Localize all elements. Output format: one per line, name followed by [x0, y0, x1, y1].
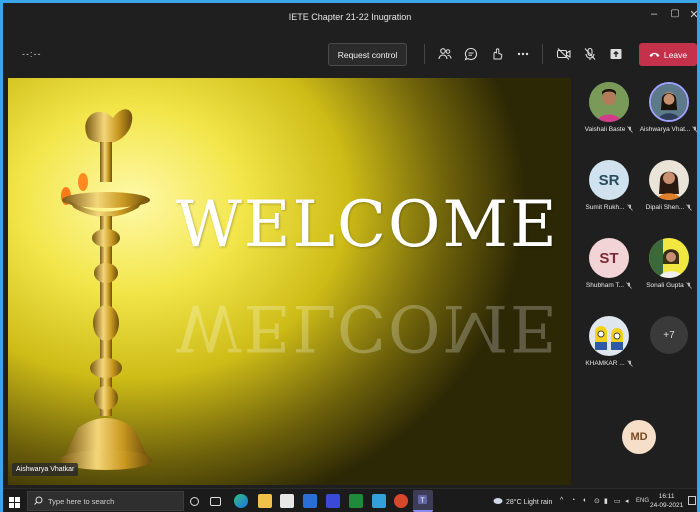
meeting-timer: --:--: [22, 49, 42, 59]
welcome-text: WELCOME: [176, 188, 559, 262]
windows-start-icon[interactable]: [9, 495, 20, 512]
windows-taskbar: Type here to search T 28°C Light rain ^ …: [0, 488, 700, 512]
phone-hangup-icon: [649, 50, 660, 60]
more-options-icon[interactable]: [515, 46, 531, 62]
edge-icon[interactable]: [234, 494, 248, 508]
participant-tile[interactable]: SR Sumit Rukh...: [581, 160, 637, 211]
mail-icon[interactable]: [303, 494, 317, 508]
mic-off-icon: [626, 282, 632, 289]
mic-off-icon: [626, 204, 633, 211]
meet-now-icon[interactable]: ◐: [583, 497, 587, 504]
app-icon[interactable]: [326, 494, 340, 508]
mic-off-icon: [627, 126, 634, 133]
window-title: IETE Chapter 21-22 Inugration: [288, 12, 412, 22]
notifications-icon[interactable]: [688, 496, 696, 505]
mic-off-icon: [685, 282, 692, 289]
mic-icon[interactable]: ▮: [604, 497, 608, 505]
teams-active-icon[interactable]: T: [413, 490, 433, 512]
participant-initials-avatar: SR: [589, 160, 629, 200]
search-placeholder: Type here to search: [48, 496, 115, 506]
participant-tile[interactable]: KHAMKAR ...: [581, 316, 637, 367]
search-icon: [34, 496, 43, 507]
participant-tile[interactable]: Dipali Shen...: [641, 160, 697, 211]
participant-tile[interactable]: Aishwarya Vhat...: [639, 82, 699, 133]
reactions-icon[interactable]: [489, 46, 505, 62]
participant-name: Aishwarya Vhat...: [639, 126, 691, 133]
participant-avatar: [589, 82, 629, 122]
clock-date: 24-09-2021: [650, 502, 684, 509]
mic-off-icon: [626, 360, 633, 367]
participant-avatar: [649, 238, 689, 278]
battery-icon[interactable]: ▭: [614, 497, 621, 505]
leave-label: Leave: [663, 49, 688, 60]
toolbar-divider: [542, 44, 543, 64]
participant-tile[interactable]: Sonali Gupta: [641, 238, 697, 289]
participant-name: Sumit Rukh...: [585, 204, 625, 211]
participant-name: Dipali Shen...: [645, 204, 685, 211]
task-view-icon[interactable]: [210, 497, 221, 506]
participant-avatar: [649, 82, 689, 122]
close-button[interactable]: ✕: [687, 8, 700, 21]
taskbar-search-input[interactable]: Type here to search: [27, 491, 184, 511]
participant-name: KHAMKAR ...: [585, 360, 625, 367]
media-player-icon[interactable]: [394, 494, 408, 508]
participant-tile[interactable]: ST Shubham T...: [581, 238, 637, 289]
sync-icon[interactable]: ⊙: [594, 497, 600, 505]
volume-icon[interactable]: ◂: [625, 497, 629, 505]
cortana-icon[interactable]: [190, 497, 199, 506]
welcome-reflection: WELCOME: [176, 290, 559, 364]
participant-avatar: [649, 160, 689, 200]
chevron-up-icon[interactable]: ^: [560, 497, 563, 504]
mic-off-icon[interactable]: [582, 46, 598, 62]
request-control-button[interactable]: Request control: [328, 43, 407, 66]
camera-off-icon[interactable]: [556, 46, 572, 62]
mic-off-icon: [692, 126, 699, 133]
app-icon[interactable]: [372, 494, 386, 508]
shared-screen: WELCOME WELCOME Aishwarya Vhatkar: [8, 78, 571, 485]
meeting-toolbar: --:-- Request control Leave: [0, 34, 700, 76]
more-participants-button[interactable]: +7: [650, 316, 688, 354]
participant-name: Vaishali Baste: [584, 126, 626, 133]
self-avatar[interactable]: MD: [622, 420, 656, 454]
oil-lamp-image: [48, 98, 178, 485]
mic-off-icon: [686, 204, 693, 211]
leave-button[interactable]: Leave: [639, 43, 697, 66]
participant-name: Sonali Gupta: [646, 282, 684, 289]
minimize-button[interactable]: –: [647, 8, 661, 20]
share-screen-icon[interactable]: [608, 46, 624, 62]
weather-text: 28°C Light rain: [506, 498, 553, 506]
toolbar-divider: [424, 44, 425, 64]
participant-initials-avatar: ST: [589, 238, 629, 278]
cloud-rain-icon: [493, 497, 503, 507]
system-clock[interactable]: 16:11 24-09-2021: [650, 492, 683, 510]
excel-icon[interactable]: [349, 494, 363, 508]
presenter-name-tag: Aishwarya Vhatkar: [12, 463, 79, 476]
participant-tile[interactable]: Vaishali Baste: [581, 82, 637, 133]
weather-widget[interactable]: 28°C Light rain: [493, 497, 552, 507]
participant-name: Shubham T...: [585, 282, 625, 289]
store-icon[interactable]: [280, 494, 294, 508]
participant-avatar: [589, 316, 629, 356]
maximize-button[interactable]: ▢: [668, 8, 682, 19]
chat-icon[interactable]: [463, 46, 479, 62]
language-indicator[interactable]: ENG: [636, 498, 649, 504]
title-bar: IETE Chapter 21-22 Inugration – ▢ ✕: [0, 0, 700, 34]
participants-icon[interactable]: [437, 46, 453, 62]
file-explorer-icon[interactable]: [258, 494, 272, 508]
svg-text:T: T: [420, 497, 425, 504]
network-icon[interactable]: ◔: [571, 497, 575, 504]
clock-time: 16:11: [658, 493, 675, 500]
